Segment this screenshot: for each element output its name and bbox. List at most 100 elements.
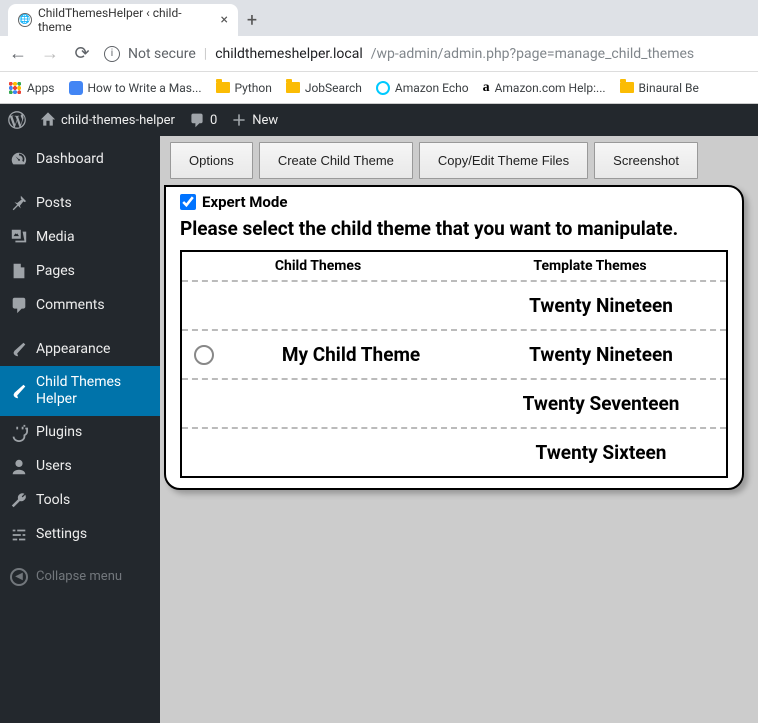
- tab-screenshot[interactable]: Screenshot: [594, 142, 698, 179]
- dashboard-icon: [10, 150, 28, 168]
- col-header-template: Template Themes: [454, 252, 726, 280]
- template-theme-cell: Twenty Sixteen: [476, 429, 726, 476]
- sidebar-item-media[interactable]: Media: [0, 220, 160, 254]
- adminbar-site-link[interactable]: child-themes-helper: [40, 112, 175, 128]
- sidebar-label: Comments: [36, 297, 105, 314]
- alexa-icon: [376, 81, 390, 95]
- tab-create-child-theme[interactable]: Create Child Theme: [259, 142, 413, 179]
- new-tab-button[interactable]: +: [238, 4, 266, 36]
- sidebar-item-pages[interactable]: Pages: [0, 254, 160, 288]
- folder-icon: [286, 82, 300, 93]
- bookmark-label: How to Write a Mas...: [88, 81, 202, 95]
- amazon-icon: a: [483, 80, 490, 96]
- info-icon[interactable]: i: [104, 46, 120, 62]
- url-domain: childthemeshelper.local: [215, 46, 363, 62]
- comment-icon: [189, 112, 205, 128]
- wp-admin-bar: child-themes-helper 0 New: [0, 104, 758, 136]
- bookmark-python[interactable]: Python: [216, 81, 272, 95]
- media-icon: [10, 228, 28, 246]
- theme-row[interactable]: My Child Theme Twenty Nineteen: [182, 331, 726, 380]
- sidebar-label: Plugins: [36, 424, 82, 441]
- bookmark-amazon-help[interactable]: a Amazon.com Help:...: [483, 80, 606, 96]
- theme-row[interactable]: Twenty Seventeen: [182, 380, 726, 429]
- template-theme-cell: Twenty Nineteen: [476, 282, 726, 329]
- bookmark-label: Amazon.com Help:...: [495, 81, 606, 95]
- bookmark-label: Binaural Be: [639, 81, 699, 95]
- bookmark-label: Apps: [27, 81, 55, 95]
- globe-icon: 🌐: [18, 13, 32, 27]
- reload-button[interactable]: ⟳: [72, 43, 92, 64]
- collapse-label: Collapse menu: [36, 569, 122, 584]
- expert-mode-checkbox[interactable]: [180, 194, 196, 210]
- panel-heading: Please select the child theme that you w…: [180, 217, 728, 240]
- sidebar-label: Pages: [36, 263, 75, 280]
- sliders-icon: [10, 526, 28, 544]
- child-theme-cell: [226, 392, 476, 416]
- themes-table-head: Child Themes Template Themes: [182, 252, 726, 282]
- theme-row[interactable]: Twenty Sixteen: [182, 429, 726, 476]
- sidebar-item-appearance[interactable]: Appearance: [0, 332, 160, 366]
- bookmark-label: Amazon Echo: [395, 81, 469, 95]
- sidebar-item-child-themes-helper[interactable]: Child Themes Helper: [0, 366, 160, 416]
- sidebar-item-settings[interactable]: Settings: [0, 518, 160, 552]
- sidebar-label: Users: [36, 458, 72, 475]
- theme-row[interactable]: Twenty Nineteen: [182, 282, 726, 331]
- bookmark-label: Python: [235, 81, 272, 95]
- adminbar-new[interactable]: New: [231, 112, 278, 128]
- collapse-menu[interactable]: ◀Collapse menu: [0, 560, 160, 594]
- wrench-icon: [10, 492, 28, 510]
- sidebar-label: Dashboard: [36, 151, 104, 168]
- brush-icon: [10, 340, 28, 358]
- sidebar-label: Posts: [36, 195, 72, 212]
- child-theme-cell: My Child Theme: [226, 331, 476, 378]
- folder-icon: [620, 82, 634, 93]
- bookmark-label: JobSearch: [305, 81, 362, 95]
- radio-cell: [182, 392, 226, 416]
- bookmark-binaural[interactable]: Binaural Be: [620, 81, 699, 95]
- apps-icon: [8, 81, 22, 95]
- tab-row: Options Create Child Theme Copy/Edit The…: [160, 136, 758, 185]
- sidebar-item-dashboard[interactable]: Dashboard: [0, 142, 160, 176]
- sidebar-label: Media: [36, 229, 75, 246]
- content-area: Options Create Child Theme Copy/Edit The…: [160, 136, 758, 723]
- back-button[interactable]: ←: [8, 43, 28, 64]
- sidebar-item-tools[interactable]: Tools: [0, 484, 160, 518]
- user-icon: [10, 458, 28, 476]
- child-theme-cell: [226, 294, 476, 318]
- wp-logo[interactable]: [8, 111, 26, 129]
- sidebar-label: Tools: [36, 492, 70, 509]
- pin-icon: [10, 194, 28, 212]
- comment-icon: [10, 296, 28, 314]
- site-name: child-themes-helper: [61, 113, 175, 128]
- bookmark-jobsearch[interactable]: JobSearch: [286, 81, 362, 95]
- url-path: /wp-admin/admin.php?page=manage_child_th…: [371, 46, 694, 62]
- tab-copy-edit-theme-files[interactable]: Copy/Edit Theme Files: [419, 142, 588, 179]
- home-icon: [40, 112, 56, 128]
- sidebar-item-users[interactable]: Users: [0, 450, 160, 484]
- forward-button[interactable]: →: [40, 43, 60, 64]
- radio-cell: [182, 294, 226, 318]
- sidebar-item-posts[interactable]: Posts: [0, 186, 160, 220]
- adminbar-comments[interactable]: 0: [189, 112, 217, 128]
- comment-count: 0: [210, 113, 217, 128]
- expert-mode-toggle[interactable]: Expert Mode: [180, 193, 732, 211]
- page-icon: [69, 81, 83, 95]
- expert-mode-label: Expert Mode: [202, 193, 287, 211]
- wordpress-icon: [8, 111, 26, 129]
- url-field[interactable]: i Not secure | childthemeshelper.local/w…: [104, 46, 750, 62]
- sidebar-item-plugins[interactable]: Plugins: [0, 416, 160, 450]
- themes-table: Child Themes Template Themes Twenty Nine…: [180, 250, 728, 478]
- sidebar-label: Appearance: [36, 341, 110, 358]
- bookmark-apps[interactable]: Apps: [8, 81, 55, 95]
- bookmark-write-masterclass[interactable]: How to Write a Mas...: [69, 81, 202, 95]
- radio-button[interactable]: [194, 345, 214, 365]
- template-theme-cell: Twenty Seventeen: [476, 380, 726, 427]
- close-icon[interactable]: ×: [221, 12, 228, 28]
- sidebar-item-comments[interactable]: Comments: [0, 288, 160, 322]
- bookmark-amazon-echo[interactable]: Amazon Echo: [376, 81, 469, 95]
- security-status: Not secure: [128, 46, 196, 62]
- sidebar-label: Settings: [36, 526, 87, 543]
- tab-options[interactable]: Options: [170, 142, 253, 179]
- browser-tab[interactable]: 🌐 ChildThemesHelper ‹ child-theme ×: [8, 4, 238, 36]
- page-icon: [10, 262, 28, 280]
